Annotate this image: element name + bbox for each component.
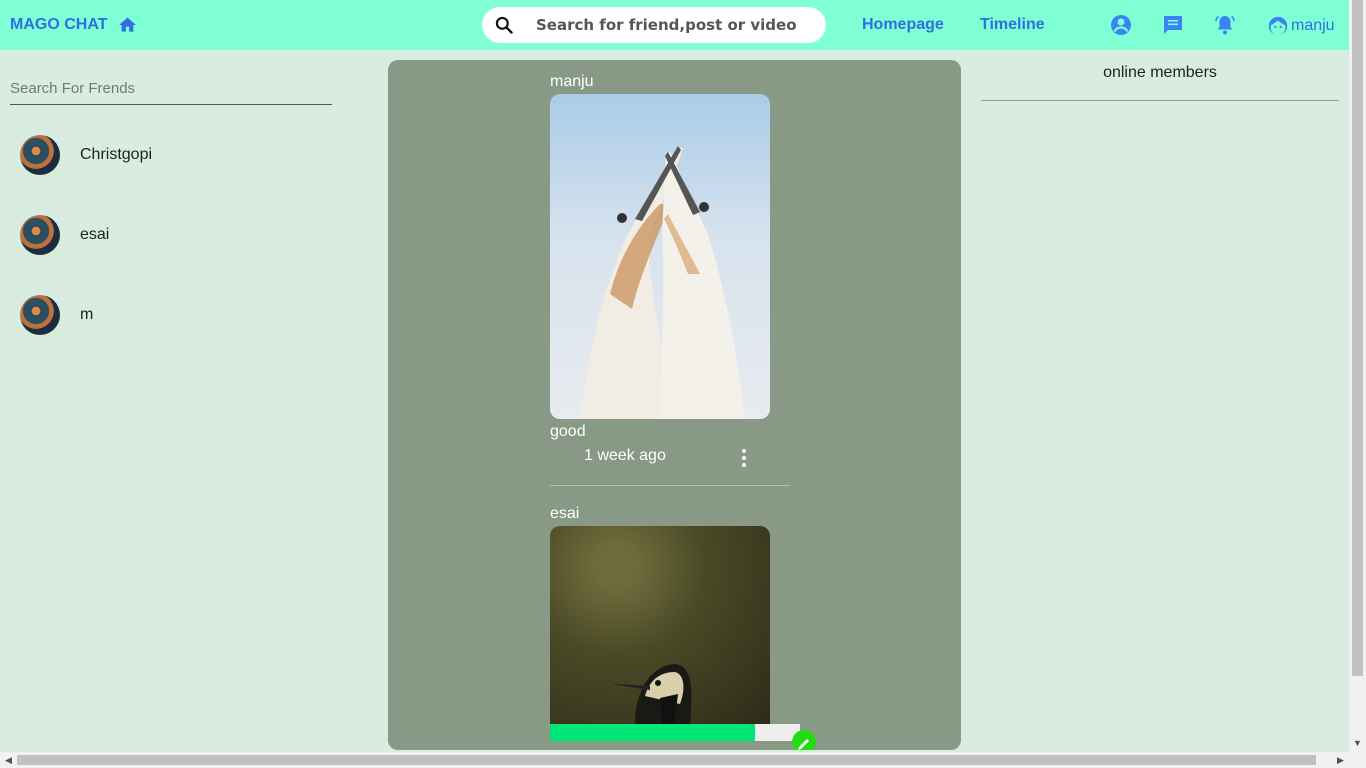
friend-search-input[interactable]	[10, 72, 332, 105]
pencil-icon	[798, 739, 809, 750]
profile-icon[interactable]	[1109, 13, 1133, 37]
gannets-illustration	[580, 146, 745, 419]
friend-item[interactable]: esai	[20, 215, 109, 255]
friend-item[interactable]: m	[20, 295, 93, 335]
upload-progress-fill	[550, 724, 755, 741]
scroll-down-arrow[interactable]: ▼	[1353, 738, 1362, 748]
scrollbar-thumb[interactable]	[1352, 0, 1363, 676]
chat-icon[interactable]	[1161, 13, 1185, 37]
post-divider	[550, 485, 790, 486]
post-username[interactable]: manju	[550, 73, 594, 91]
divider	[981, 100, 1339, 101]
more-options-icon[interactable]	[738, 448, 750, 468]
vertical-scrollbar[interactable]: ▼	[1349, 0, 1366, 752]
scroll-left-arrow[interactable]: ◀	[5, 755, 12, 765]
edit-button[interactable]	[792, 730, 816, 750]
home-icon[interactable]	[117, 15, 138, 35]
post-image[interactable]	[550, 526, 770, 726]
friend-name: m	[80, 306, 94, 323]
post-description: good	[550, 423, 586, 440]
friend-name: esai	[80, 226, 110, 243]
username: manju	[1291, 17, 1335, 34]
user-menu[interactable]: manju	[1267, 14, 1335, 38]
friend-name: Christgopi	[80, 146, 153, 163]
nav-timeline[interactable]: Timeline	[980, 16, 1045, 34]
scrollbar-thumb[interactable]	[17, 755, 1316, 765]
post-username[interactable]: esai	[550, 505, 579, 523]
friends-sidebar: Christgopi esai m	[0, 50, 345, 752]
horizontal-scrollbar[interactable]: ◀ ▶	[0, 752, 1366, 768]
avatar	[20, 215, 60, 255]
scroll-right-arrow[interactable]: ▶	[1337, 755, 1344, 765]
search-bar[interactable]	[482, 7, 826, 43]
avatar	[20, 135, 60, 175]
feed: manju good 1 week ago esai	[388, 60, 961, 750]
nav-homepage[interactable]: Homepage	[862, 16, 944, 34]
top-bar: MAGO CHAT Homepage Timeline manju	[0, 0, 1349, 50]
woodpecker-illustration	[610, 664, 692, 726]
user-face-icon	[1268, 16, 1288, 36]
search-icon	[495, 16, 513, 34]
post-image[interactable]	[550, 94, 770, 419]
avatar	[20, 295, 60, 335]
online-members-title: online members	[1103, 64, 1217, 81]
post-time: 1 week ago	[584, 447, 666, 464]
notifications-icon[interactable]	[1213, 13, 1237, 37]
brand-logo[interactable]: MAGO CHAT	[10, 16, 107, 34]
upload-progress-bar	[550, 724, 800, 741]
search-input[interactable]	[536, 14, 816, 36]
friend-item[interactable]: Christgopi	[20, 135, 152, 175]
